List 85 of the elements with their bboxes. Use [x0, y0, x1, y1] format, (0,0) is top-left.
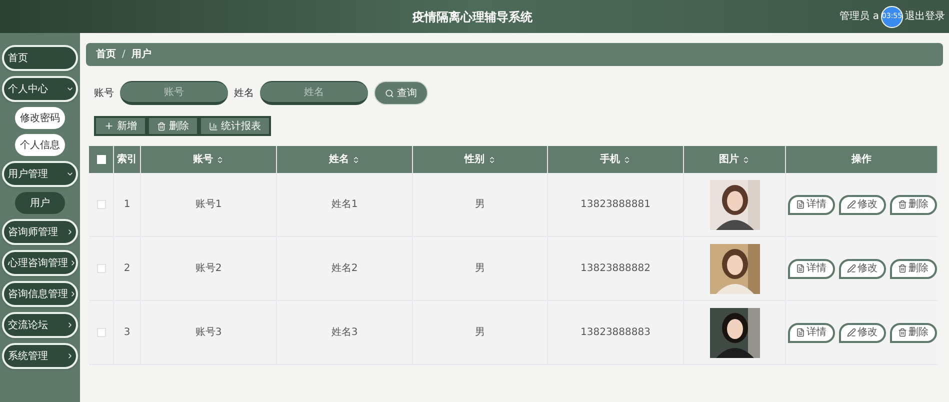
table-cell-text: 姓名1 — [331, 198, 358, 212]
document-icon — [796, 264, 804, 273]
trash-icon — [898, 328, 906, 337]
bar-chart-icon — [209, 122, 218, 130]
sidebar-item[interactable]: 首页 — [2, 45, 78, 71]
sidebar-item[interactable]: 咨询信息管理 — [2, 281, 78, 307]
pen-icon — [846, 200, 856, 209]
table-cell-text: 账号1 — [195, 198, 222, 212]
logout-link[interactable]: 退出登录 — [905, 9, 945, 24]
table-cell-text: 男 — [475, 326, 485, 340]
trash-icon — [898, 200, 906, 209]
action-button[interactable]: 删除 — [890, 258, 936, 278]
chevron-icon — [69, 259, 77, 267]
chevron-icon — [66, 321, 74, 329]
table-cell-text: 姓名3 — [331, 326, 358, 340]
sidebar-item[interactable]: 心理咨询管理 — [2, 250, 78, 276]
submenu-item[interactable]: 修改密码 — [15, 107, 65, 129]
action-button[interactable]: 详情 — [788, 194, 834, 214]
action-button[interactable]: 修改 — [838, 194, 886, 214]
submenu-item[interactable]: 个人信息 — [15, 134, 65, 156]
plus-icon — [104, 121, 114, 131]
sidebar-item[interactable]: 交流论坛 — [2, 312, 78, 338]
sort-icon — [352, 156, 360, 164]
table-cell-text: 3 — [124, 326, 130, 340]
action-button[interactable]: 删除 — [890, 194, 936, 214]
breadcrumb-link[interactable]: 用户 — [131, 47, 152, 62]
sidebar-item[interactable]: 咨询师管理 — [2, 219, 78, 245]
action-button[interactable]: 详情 — [788, 258, 834, 278]
trash-icon — [898, 264, 906, 273]
window-title: 疫情隔离心理辅导系统 — [412, 8, 532, 26]
sort-icon — [216, 156, 224, 164]
table-cell-text: 13823888883 — [580, 326, 650, 340]
breadcrumb-separator: / — [122, 48, 126, 62]
toolbar-button[interactable]: 删除 — [147, 116, 199, 136]
table-cell-text: 姓名2 — [331, 262, 358, 276]
chevron-icon — [66, 228, 74, 236]
sidebar-item[interactable]: 个人中心 — [2, 76, 78, 102]
table-cell-text: 1 — [124, 198, 130, 212]
table-cell-text: 男 — [475, 198, 485, 212]
chevron-icon — [69, 290, 77, 298]
select-all-checkbox[interactable] — [96, 155, 106, 164]
sort-icon — [742, 156, 750, 164]
table-cell-text: 2 — [124, 262, 130, 276]
chevron-icon — [66, 352, 74, 360]
sort-icon — [488, 156, 496, 164]
sort-icon — [623, 156, 631, 164]
chevron-icon — [66, 170, 74, 178]
table-cell-text: 账号2 — [195, 262, 222, 276]
column-header[interactable]: 账号 — [141, 146, 277, 173]
trash-icon — [157, 122, 166, 130]
column-header[interactable]: 索引 — [114, 146, 141, 173]
action-button[interactable]: 详情 — [788, 322, 834, 342]
table-cell-text: 男 — [475, 262, 485, 276]
pen-icon — [846, 328, 856, 337]
column-header[interactable]: 手机 — [548, 146, 684, 173]
column-header[interactable]: 图片 — [684, 146, 786, 173]
action-button[interactable]: 删除 — [890, 322, 936, 342]
search-icon — [385, 88, 394, 98]
sidebar-item[interactable]: 系统管理 — [2, 343, 78, 369]
column-header[interactable]: 姓名 — [277, 146, 413, 173]
action-button[interactable]: 修改 — [838, 322, 886, 342]
breadcrumb-link[interactable]: 首页 — [96, 47, 116, 62]
field-label: 姓名 — [234, 86, 254, 100]
search-field[interactable]: 姓名 — [260, 81, 368, 105]
table-cell-text: 13823888882 — [580, 262, 650, 276]
document-icon — [796, 200, 804, 209]
row-checkbox[interactable] — [96, 264, 106, 273]
column-header[interactable]: 性别 — [413, 146, 548, 173]
search-button[interactable]: 查询 — [374, 81, 428, 105]
toolbar-button[interactable]: 统计报表 — [199, 116, 271, 136]
field-label: 账号 — [94, 86, 114, 100]
pen-icon — [846, 264, 856, 273]
sidebar-item[interactable]: 用户管理 — [2, 161, 78, 187]
user-label: 管理员 a — [840, 10, 879, 24]
chevron-icon — [66, 85, 74, 93]
toolbar-button[interactable]: 新增 — [94, 116, 147, 136]
row-checkbox[interactable] — [96, 200, 106, 209]
submenu-item[interactable]: 用户 — [15, 192, 65, 214]
table-cell-text: 13823888881 — [580, 198, 650, 212]
column-header[interactable]: 操作 — [786, 146, 938, 173]
table-cell-text: 账号3 — [195, 326, 222, 340]
search-field[interactable]: 账号 — [120, 81, 228, 105]
row-checkbox[interactable] — [96, 328, 106, 337]
document-icon — [796, 328, 804, 337]
action-button[interactable]: 修改 — [838, 258, 886, 278]
